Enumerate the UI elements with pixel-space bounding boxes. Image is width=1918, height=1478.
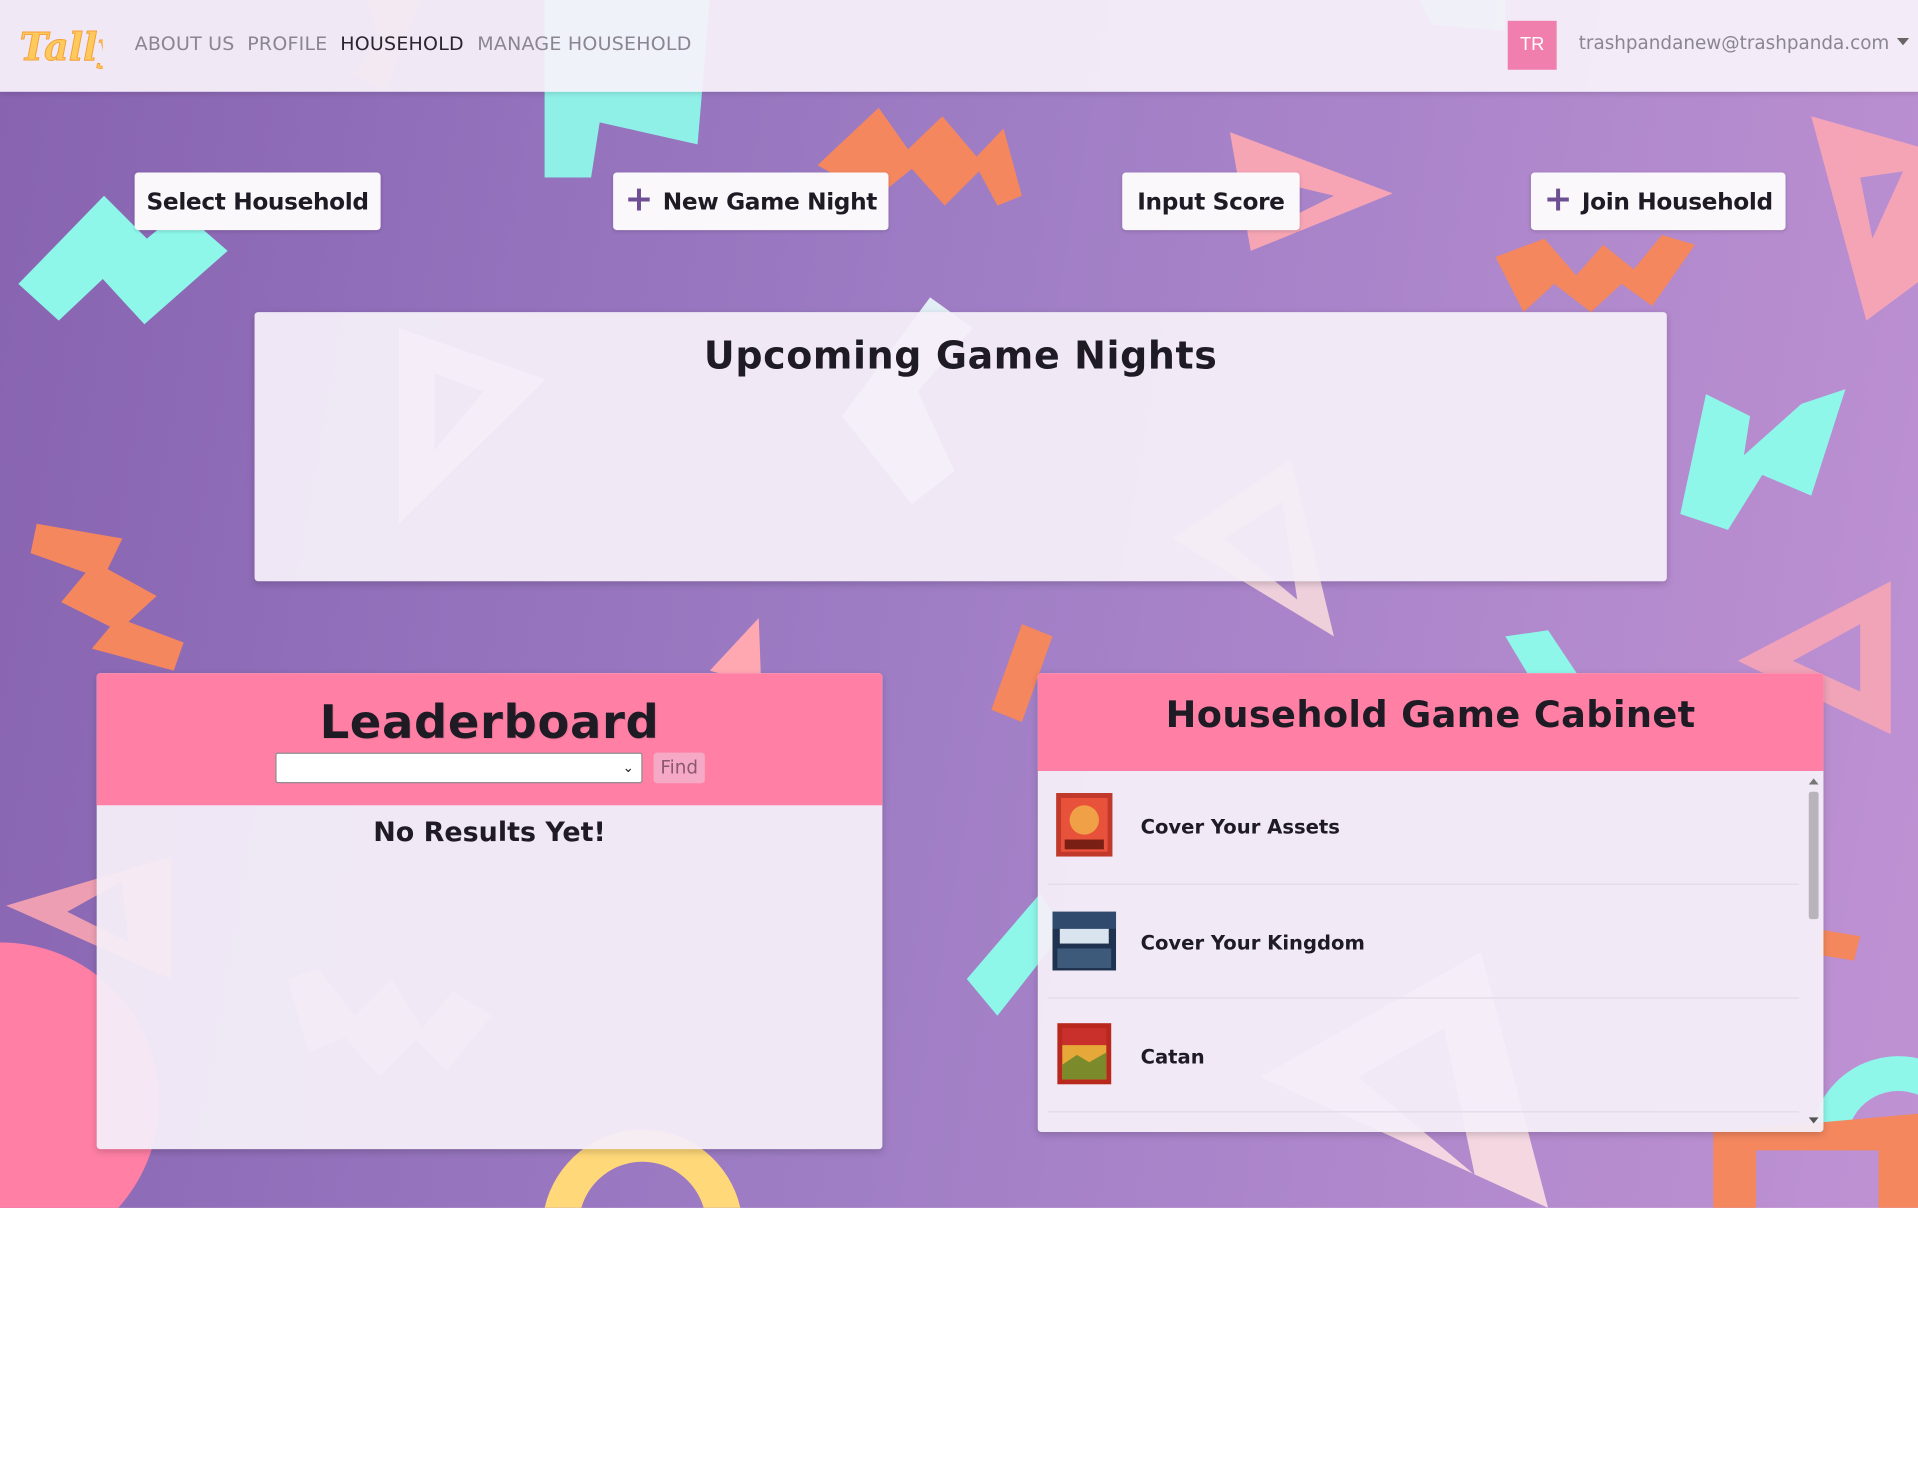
- top-navbar: Tally ABOUT US PROFILE HOUSEHOLD MANAGE …: [0, 0, 1918, 92]
- no-results-text: No Results Yet!: [373, 817, 606, 849]
- game-list-scrollbar[interactable]: [1804, 771, 1824, 1132]
- nav-household[interactable]: HOUSEHOLD: [340, 33, 464, 55]
- cabinet-header: Household Game Cabinet: [1037, 673, 1824, 771]
- find-button[interactable]: Find: [653, 752, 705, 784]
- leaderboard-game-select[interactable]: ⌄: [275, 752, 643, 784]
- game-name: Cover Your Assets: [1140, 815, 1340, 839]
- plus-icon: +: [1543, 178, 1573, 220]
- nav-about-us[interactable]: ABOUT US: [135, 33, 235, 55]
- list-item[interactable]: Catan: [1047, 999, 1799, 1113]
- caret-down-icon[interactable]: [1896, 37, 1910, 46]
- select-household-label: Select Household: [146, 187, 369, 215]
- scroll-thumb[interactable]: [1808, 791, 1819, 920]
- game-cabinet-panel: Household Game Cabinet Cover Your Assets: [1037, 673, 1824, 1133]
- input-score-label: Input Score: [1137, 187, 1285, 215]
- list-item[interactable]: Cover Your Assets: [1047, 771, 1799, 885]
- leaderboard-title: Leaderboard: [319, 695, 660, 749]
- select-household-button[interactable]: Select Household: [134, 172, 381, 231]
- list-item[interactable]: Cover Your Kingdom: [1047, 885, 1799, 999]
- game-list: Cover Your Assets Cover Your Kingdom Cat…: [1038, 771, 1824, 1132]
- plus-icon: +: [624, 178, 654, 220]
- cover-your-assets-box: [1056, 793, 1113, 857]
- game-name: Cover Your Kingdom: [1140, 931, 1365, 955]
- input-score-button[interactable]: Input Score: [1122, 172, 1300, 231]
- svg-text:Tally: Tally: [20, 24, 103, 69]
- tally-logo[interactable]: Tally: [17, 17, 103, 73]
- new-game-night-button[interactable]: + New Game Night: [613, 172, 889, 231]
- scroll-down-icon[interactable]: [1808, 1117, 1819, 1124]
- scroll-up-icon[interactable]: [1808, 778, 1819, 785]
- catan-box: [1057, 1023, 1112, 1085]
- nav-profile[interactable]: PROFILE: [247, 33, 327, 55]
- app-root: Tally ABOUT US PROFILE HOUSEHOLD MANAGE …: [0, 0, 1918, 1208]
- join-household-label: Join Household: [1581, 187, 1773, 215]
- game-name: Catan: [1140, 1045, 1205, 1069]
- user-avatar[interactable]: TR: [1507, 20, 1557, 70]
- cover-your-kingdom-box: [1052, 911, 1117, 971]
- leaderboard-header: Leaderboard ⌄ Find: [96, 673, 883, 806]
- upcoming-game-nights-panel: Upcoming Game Nights: [254, 312, 1667, 582]
- chevron-down-icon: ⌄: [622, 759, 634, 776]
- user-email[interactable]: trashpandanew@trashpanda.com: [1579, 32, 1890, 54]
- leaderboard-panel: Leaderboard ⌄ Find No Results Yet!: [96, 673, 883, 1150]
- new-game-night-label: New Game Night: [662, 187, 878, 215]
- upcoming-title: Upcoming Game Nights: [703, 334, 1218, 379]
- join-household-button[interactable]: + Join Household: [1530, 172, 1786, 231]
- cabinet-title: Household Game Cabinet: [1165, 693, 1696, 737]
- nav-manage-household[interactable]: MANAGE HOUSEHOLD: [477, 33, 691, 55]
